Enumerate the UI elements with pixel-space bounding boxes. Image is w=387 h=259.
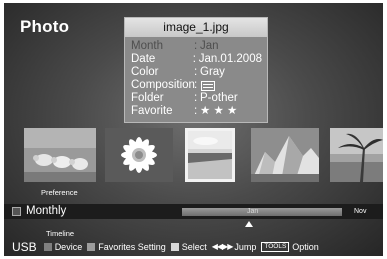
sort-checkbox-icon bbox=[12, 207, 21, 216]
source-label: USB bbox=[12, 239, 37, 254]
thumbnail-mountain[interactable] bbox=[251, 128, 319, 182]
thumbnail-flower[interactable] bbox=[105, 128, 173, 182]
info-row-composition: Composition: bbox=[131, 79, 262, 92]
info-row-month: Month: Jan bbox=[131, 40, 219, 52]
thumbnail-sheep[interactable] bbox=[24, 128, 96, 182]
info-row-date: Date: Jan.01.2008 bbox=[131, 53, 262, 65]
device-button[interactable]: Device bbox=[43, 242, 82, 252]
option-button[interactable]: TOOLS Option bbox=[261, 241, 319, 252]
thumbnail-palm[interactable] bbox=[330, 128, 383, 182]
page-title: Photo bbox=[20, 17, 70, 36]
photo-browser-screen: Photo image_1.jpg Month: Jan Date: Jan.01.… bbox=[4, 3, 383, 256]
thumbnail-strip bbox=[4, 128, 383, 183]
sort-option-above[interactable]: Preference bbox=[41, 188, 78, 197]
timeline-track[interactable] bbox=[182, 208, 342, 216]
info-row-folder: Folder: P-other bbox=[131, 92, 238, 104]
white-key-icon bbox=[170, 242, 179, 251]
footer-bar: USB Device Favorites Setting Select ◀◀▶▶… bbox=[4, 237, 383, 256]
timeline-next-month: Nov bbox=[354, 208, 367, 215]
info-row-favorite: Favorite: ★ ★ ★ bbox=[131, 105, 262, 118]
timeline-position-marker-icon bbox=[245, 221, 253, 227]
file-info-panel: image_1.jpg Month: Jan Date: Jan.01.2008 C… bbox=[124, 17, 268, 123]
thumbnail-beach[interactable] bbox=[185, 128, 235, 182]
jump-button[interactable]: ◀◀▶▶ Jump bbox=[212, 242, 257, 252]
favorite-stars: ★ ★ ★ bbox=[200, 105, 238, 117]
sort-current[interactable]: Monthly bbox=[26, 205, 66, 217]
rewind-fast-forward-icon: ◀◀▶▶ bbox=[211, 242, 234, 251]
info-row-color: Color: Gray bbox=[131, 66, 225, 78]
select-button[interactable]: Select bbox=[170, 242, 207, 252]
tools-key-icon: TOOLS bbox=[261, 241, 290, 252]
composition-lines-icon bbox=[201, 80, 215, 91]
file-name: image_1.jpg bbox=[125, 18, 267, 37]
favorites-setting-button[interactable]: Favorites Setting bbox=[87, 242, 166, 252]
gray-key-icon bbox=[43, 242, 52, 251]
light-gray-key-icon bbox=[87, 242, 96, 251]
timeline-current-month: Jan bbox=[247, 208, 259, 215]
